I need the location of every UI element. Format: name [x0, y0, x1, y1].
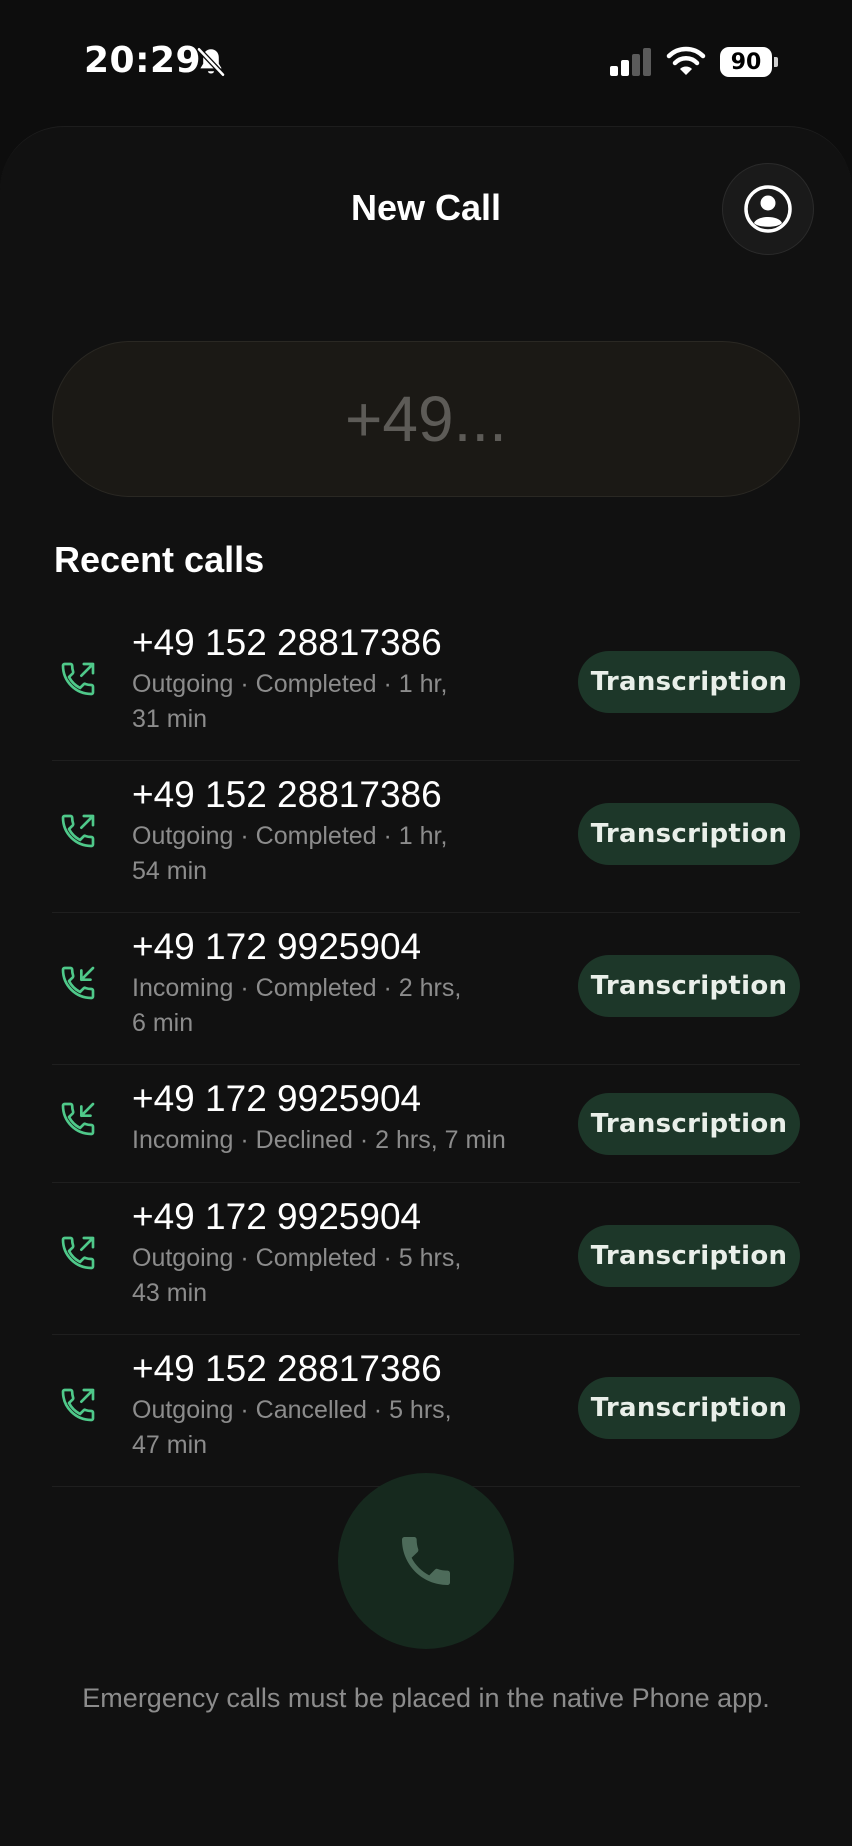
call-row[interactable]: +49 172 9925904 Incoming · Declined · 2 h… — [52, 1065, 800, 1183]
status-time: 20:29 — [84, 40, 202, 81]
recent-calls-list: +49 152 28817386 Outgoing · Completed · 1… — [52, 609, 800, 1487]
wifi-icon — [666, 46, 706, 75]
new-call-sheet: New Call Recent calls +49 152 28817386Ou… — [0, 126, 852, 1846]
person-circle-icon — [744, 185, 792, 233]
call-info: +49 172 9925904 Outgoing · Completed · 5 … — [132, 1195, 532, 1311]
call-meta: Outgoing · Completed · 1 hr, — [132, 670, 448, 698]
call-row[interactable]: +49 152 28817386 Outgoing · Completed · 1… — [52, 761, 800, 913]
phone-number-input[interactable] — [52, 341, 800, 497]
new-call-screen: 20:29 90 New Call +49... Recent calls +4… — [0, 0, 852, 1846]
call-meta-duration: 47 min — [132, 1431, 208, 1459]
call-meta-duration: 6 min — [132, 1009, 194, 1037]
call-info: +49 152 28817386 Outgoing · Cancelled · 5… — [132, 1347, 532, 1463]
call-info: +49 172 9925904 Incoming · Declined · 2 h… — [132, 1077, 532, 1158]
call-meta: Incoming · Completed · 2 hrs, — [132, 974, 462, 1002]
call-meta: Outgoing · Completed · 5 hrs, — [132, 1244, 462, 1272]
bell-slash-icon — [197, 47, 225, 77]
call-number: +49 172 9925904 — [132, 926, 422, 967]
call-number: +49 152 28817386 — [132, 622, 442, 663]
phone-icon — [402, 1537, 450, 1585]
transcription-button[interactable]: Transcription — [578, 1377, 800, 1439]
battery-icon: 90 — [720, 47, 778, 77]
call-row[interactable]: +49 152 28817386 Outgoing · Completed · 1… — [52, 609, 800, 761]
transcription-button[interactable]: Transcription — [578, 1225, 800, 1287]
call-row[interactable]: +49 172 9925904 Incoming · Completed · 2 … — [52, 913, 800, 1065]
status-bar: 20:29 90 — [0, 0, 852, 124]
call-number: +49 152 28817386 — [132, 774, 442, 815]
transcription-button[interactable]: Transcription — [578, 651, 800, 713]
call-info: +49 152 28817386 Outgoing · Completed · 1… — [132, 621, 532, 737]
outgoing-call-icon — [61, 662, 95, 696]
call-number: +49 152 28817386 — [132, 1348, 442, 1389]
call-button[interactable] — [338, 1473, 514, 1649]
call-meta: Incoming · Declined · 2 hrs, 7 min — [132, 1126, 506, 1154]
call-meta-duration: 54 min — [132, 857, 208, 885]
incoming-call-icon — [61, 966, 95, 1000]
profile-button[interactable] — [722, 163, 814, 255]
call-meta: Outgoing · Completed · 1 hr, — [132, 822, 448, 850]
transcription-button[interactable]: Transcription — [578, 955, 800, 1017]
outgoing-call-icon — [61, 1388, 95, 1422]
call-row[interactable]: +49 152 28817386 Outgoing · Cancelled · 5… — [52, 1335, 800, 1487]
emergency-note: Emergency calls must be placed in the na… — [82, 1683, 770, 1713]
incoming-call-icon — [61, 1102, 95, 1136]
call-info: +49 152 28817386 Outgoing · Completed · 1… — [132, 773, 532, 889]
call-info: +49 172 9925904 Incoming · Completed · 2 … — [132, 925, 532, 1041]
battery-level: 90 — [720, 47, 772, 77]
outgoing-call-icon — [61, 814, 95, 848]
call-meta: Outgoing · Cancelled · 5 hrs, — [132, 1396, 452, 1424]
recent-calls-title: Recent calls — [54, 539, 265, 580]
transcription-button[interactable]: Transcription — [578, 1093, 800, 1155]
call-row[interactable]: +49 172 9925904 Outgoing · Completed · 5 … — [52, 1183, 800, 1335]
outgoing-call-icon — [61, 1236, 95, 1270]
signal-icon — [610, 48, 651, 76]
call-meta-duration: 43 min — [132, 1279, 208, 1307]
call-number: +49 172 9925904 — [132, 1196, 422, 1237]
call-number: +49 172 9925904 — [132, 1078, 422, 1119]
transcription-button[interactable]: Transcription — [578, 803, 800, 865]
call-meta-duration: 31 min — [132, 705, 208, 733]
